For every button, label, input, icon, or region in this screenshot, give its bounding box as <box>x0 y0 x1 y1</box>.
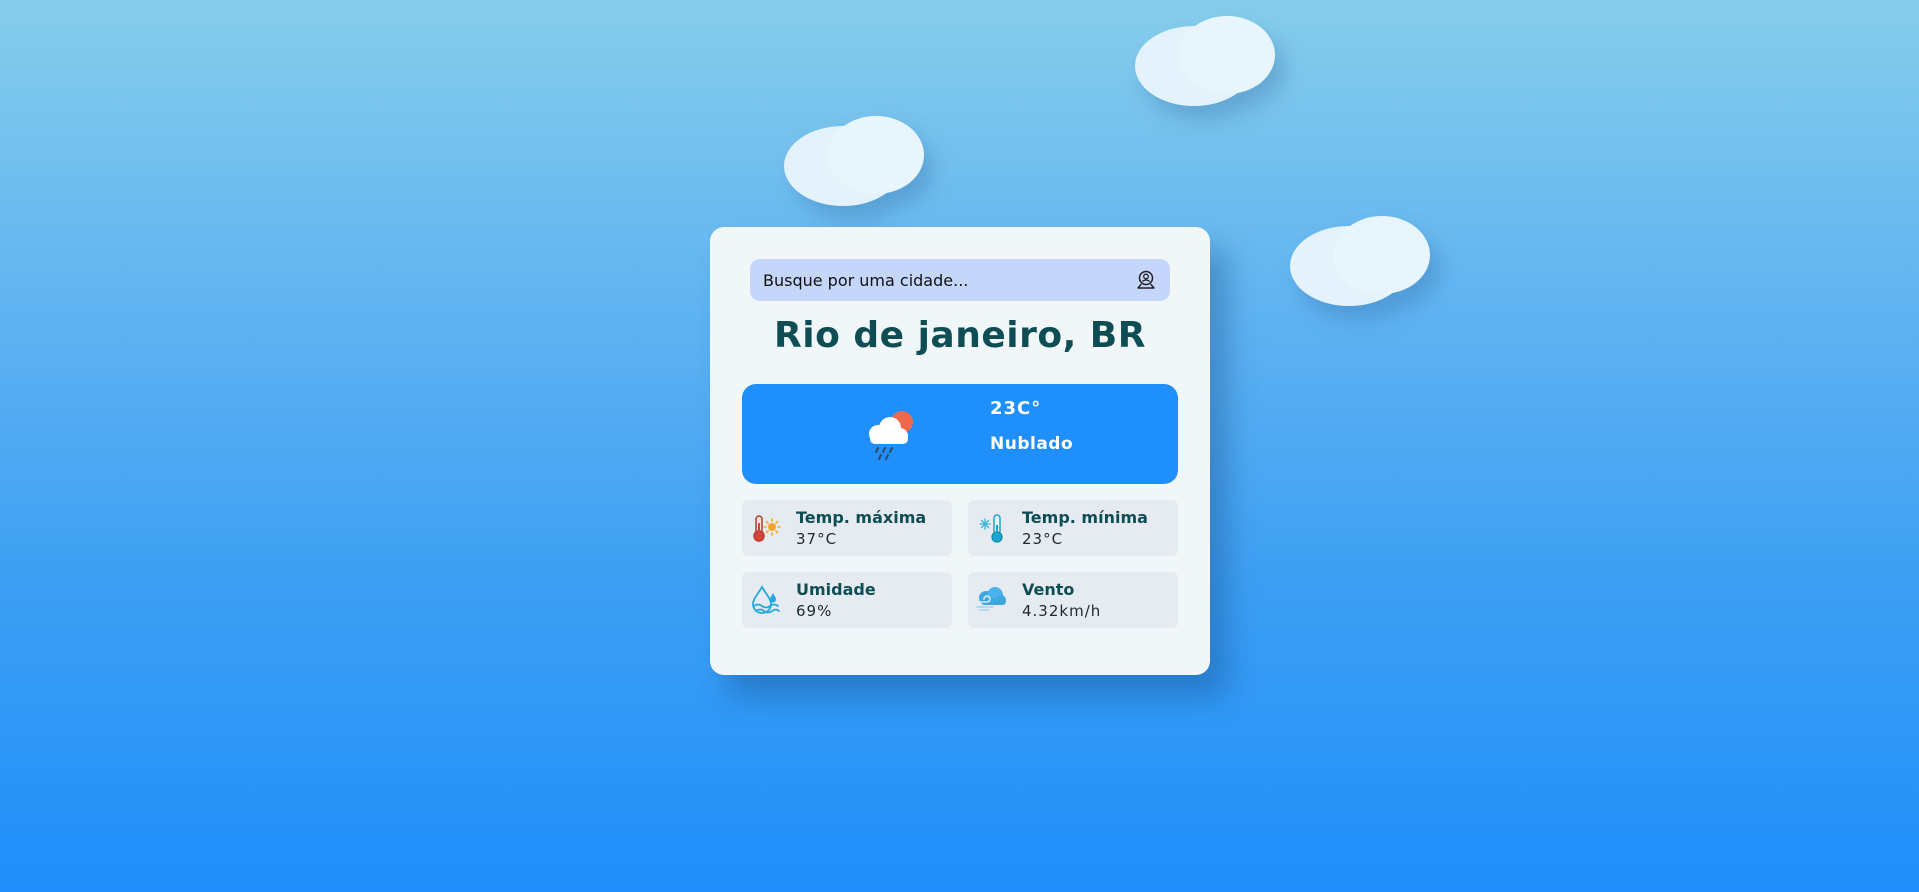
stat-value: 69% <box>796 602 833 620</box>
current-weather-panel: 23C° Nublado <box>742 384 1178 484</box>
humidity-drop-icon <box>749 584 781 616</box>
stat-max-temperature: Temp. máxima 37°C <box>742 500 952 556</box>
search-bar <box>750 259 1170 301</box>
stat-wind: Vento 4.32km/h <box>968 572 1178 628</box>
current-temperature: 23C° <box>990 398 1042 419</box>
thermometer-snow-icon <box>975 512 1007 544</box>
weather-card: Rio de janeiro, BR 23C° Nublado <box>710 227 1210 675</box>
stat-min-temperature: Temp. mínima 23°C <box>968 500 1178 556</box>
search-location-icon[interactable] <box>1134 268 1158 292</box>
background-cloud <box>784 116 924 206</box>
weather-condition: Nublado <box>990 434 1074 454</box>
background-cloud <box>1135 16 1275 106</box>
stat-value: 37°C <box>796 530 838 548</box>
cloud-rain-sun-icon <box>862 406 920 462</box>
search-input[interactable] <box>750 259 1120 301</box>
stat-label: Vento <box>1022 580 1075 599</box>
stat-label: Temp. mínima <box>1022 508 1148 527</box>
stat-label: Umidade <box>796 580 876 599</box>
stat-value: 23°C <box>1022 530 1064 548</box>
stat-label: Temp. máxima <box>796 508 927 527</box>
wind-cloud-icon <box>975 584 1007 616</box>
stat-value: 4.32km/h <box>1022 602 1102 620</box>
stat-humidity: Umidade 69% <box>742 572 952 628</box>
thermometer-sun-icon <box>749 512 781 544</box>
background-cloud <box>1290 216 1430 306</box>
city-title: Rio de janeiro, BR <box>774 315 1146 356</box>
